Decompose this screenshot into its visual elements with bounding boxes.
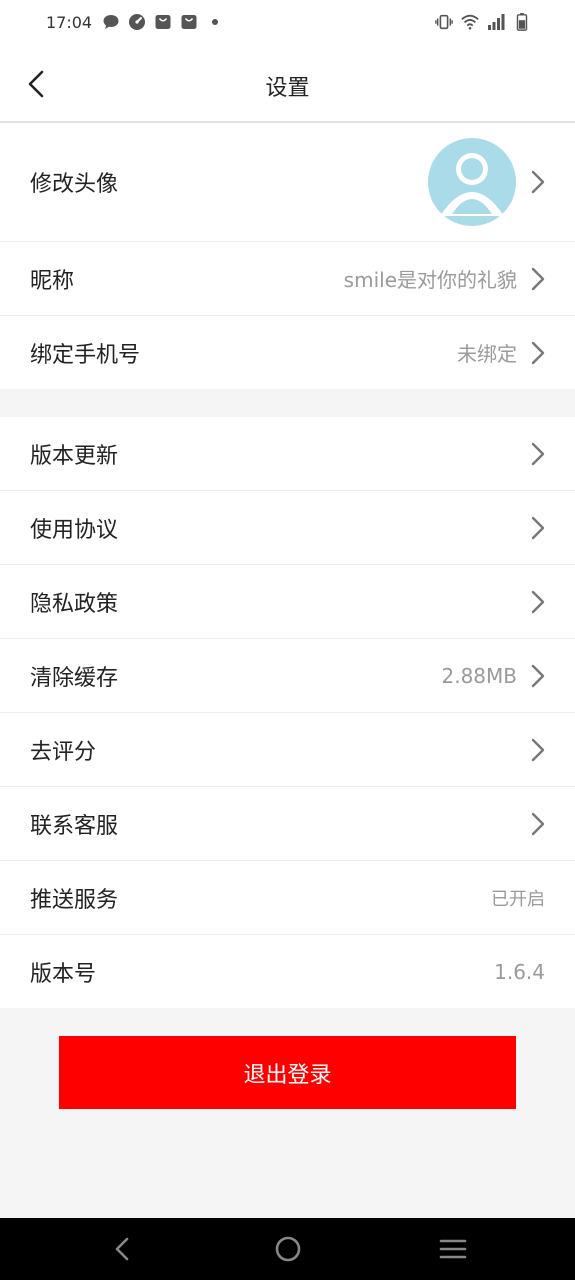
change-avatar-row[interactable]: 修改头像: [0, 123, 575, 242]
terms-label: 使用协议: [30, 517, 119, 543]
nickname-value: smile是对你的礼貌: [343, 268, 517, 292]
nickname-label: 昵称: [30, 268, 75, 294]
bind-phone-value: 未绑定: [457, 342, 517, 366]
settings-section: 版本更新 使用协议 隐私政策 清除缓存 2.88MB 去评分 联系客服 推送服务…: [0, 417, 575, 1008]
terms-row[interactable]: 使用协议: [0, 491, 575, 565]
nav-back-icon[interactable]: [107, 1234, 137, 1264]
shopping-bag-icon: [155, 15, 171, 29]
message-icon: [103, 15, 119, 29]
user-placeholder-icon: [440, 153, 504, 216]
signal-icon: [488, 14, 505, 30]
push-service-row: 推送服务 已开启: [0, 861, 575, 935]
rate-label: 去评分: [30, 739, 97, 765]
chevron-right-icon: [531, 590, 545, 613]
clear-cache-label: 清除缓存: [30, 665, 119, 691]
chevron-right-icon: [531, 442, 545, 465]
chevron-right-icon: [531, 812, 545, 835]
version-update-row[interactable]: 版本更新: [0, 417, 575, 491]
version-update-label: 版本更新: [30, 443, 119, 469]
shopping-bag-icon: [181, 15, 197, 29]
speedometer-icon: [129, 14, 145, 30]
chevron-right-icon: [531, 516, 545, 539]
bind-phone-label: 绑定手机号: [30, 342, 141, 368]
version-number-value: 1.6.4: [494, 959, 545, 984]
notification-icons: [102, 13, 224, 31]
battery-icon: [516, 13, 528, 31]
avatar[interactable]: [428, 138, 516, 226]
cache-size-value: 2.88MB: [441, 663, 517, 688]
nav-home-icon[interactable]: [273, 1234, 303, 1264]
bind-phone-row[interactable]: 绑定手机号 未绑定: [0, 316, 575, 389]
profile-section: 修改头像 昵称 smile是对你的礼貌 绑定手机号 未绑定: [0, 123, 575, 389]
clear-cache-row[interactable]: 清除缓存 2.88MB: [0, 639, 575, 713]
system-icons: [435, 13, 531, 31]
nickname-row[interactable]: 昵称 smile是对你的礼貌: [0, 242, 575, 316]
logout-button[interactable]: 退出登录: [59, 1036, 516, 1109]
push-service-status: 已开启: [491, 888, 545, 910]
system-nav-bar: [0, 1218, 575, 1280]
header: 设置: [0, 46, 575, 123]
version-number-label: 版本号: [30, 961, 97, 987]
version-number-row: 版本号 1.6.4: [0, 935, 575, 1008]
page-title: 设置: [265, 76, 310, 101]
rate-row[interactable]: 去评分: [0, 713, 575, 787]
status-time: 17:04: [46, 13, 93, 32]
chevron-right-icon: [531, 170, 545, 194]
status-bar: 17:04: [0, 0, 575, 46]
chevron-right-icon: [531, 738, 545, 761]
chevron-right-icon: [531, 267, 545, 290]
nav-menu-icon[interactable]: [438, 1234, 468, 1264]
wifi-icon: [461, 14, 479, 30]
contact-support-row[interactable]: 联系客服: [0, 787, 575, 861]
chevron-right-icon: [531, 341, 545, 364]
change-avatar-label: 修改头像: [30, 172, 119, 197]
push-service-label: 推送服务: [30, 887, 119, 913]
contact-support-label: 联系客服: [30, 813, 119, 839]
privacy-label: 隐私政策: [30, 591, 119, 617]
dot-icon: [212, 19, 218, 25]
privacy-row[interactable]: 隐私政策: [0, 565, 575, 639]
chevron-right-icon: [531, 664, 545, 687]
vibrate-icon: [435, 14, 453, 30]
